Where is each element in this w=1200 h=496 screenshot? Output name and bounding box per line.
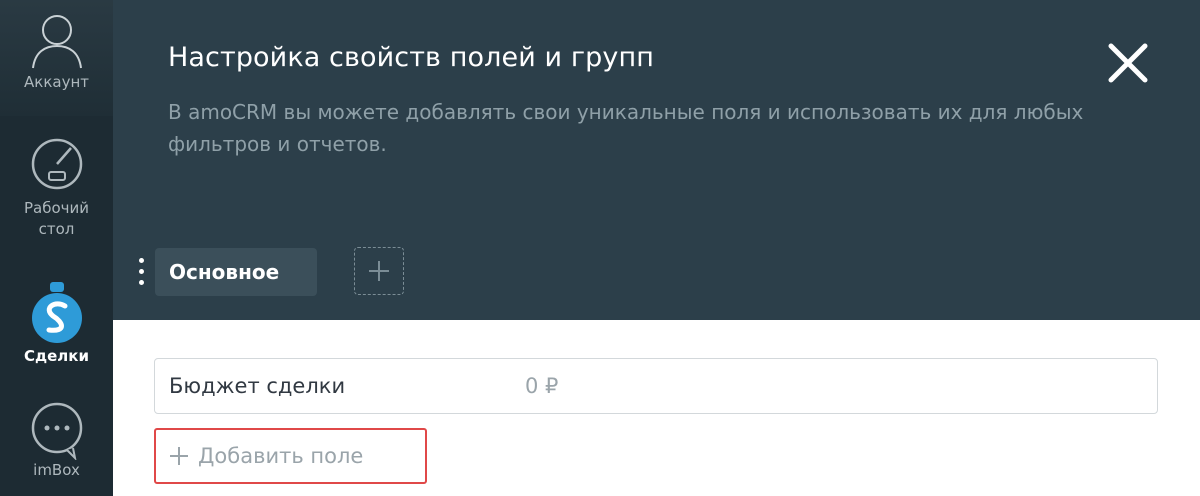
sidebar-item-imbox[interactable]: imBox — [0, 400, 113, 481]
sidebar-item-deals[interactable]: Сделки — [0, 280, 113, 367]
sidebar-item-label: Сделки — [24, 347, 89, 365]
close-button[interactable] — [1103, 38, 1153, 88]
sidebar-item-account[interactable]: Аккаунт — [0, 0, 113, 116]
settings-header: Настройка свойств полей и групп В amoCRM… — [113, 0, 1200, 320]
speedometer-icon — [31, 138, 82, 190]
field-label: Бюджет сделки — [169, 374, 346, 398]
sidebar-item-label: Рабочий стол — [23, 199, 90, 238]
field-value: 0 ₽ — [525, 374, 559, 398]
plus-icon — [170, 447, 188, 465]
sidebar: Аккаунт Рабочий стол Сделки imBox — [0, 0, 113, 496]
add-field-label: Добавить поле — [198, 444, 364, 468]
drag-handle-icon[interactable] — [139, 258, 145, 288]
page-subtitle: В amoCRM вы можете добавлять свои уникал… — [168, 100, 1084, 156]
sidebar-item-label: imBox — [33, 461, 80, 479]
add-field-button[interactable]: Добавить поле — [154, 428, 427, 484]
sidebar-item-label: Аккаунт — [24, 73, 89, 91]
chat-bubble-icon — [31, 402, 82, 460]
close-icon — [1108, 43, 1148, 83]
fields-content: Бюджет сделки 0 ₽ Добавить поле — [113, 320, 1200, 496]
tab-main[interactable]: Основное — [155, 248, 317, 296]
plus-icon — [369, 261, 389, 281]
field-row-budget[interactable]: Бюджет сделки 0 ₽ — [154, 358, 1158, 414]
user-silhouette-icon — [31, 15, 82, 69]
page-title: Настройка свойств полей и групп — [168, 42, 654, 73]
sidebar-item-dashboard[interactable]: Рабочий стол — [0, 128, 113, 240]
add-tab-button[interactable] — [354, 247, 404, 295]
dollar-bag-icon — [31, 282, 82, 343]
